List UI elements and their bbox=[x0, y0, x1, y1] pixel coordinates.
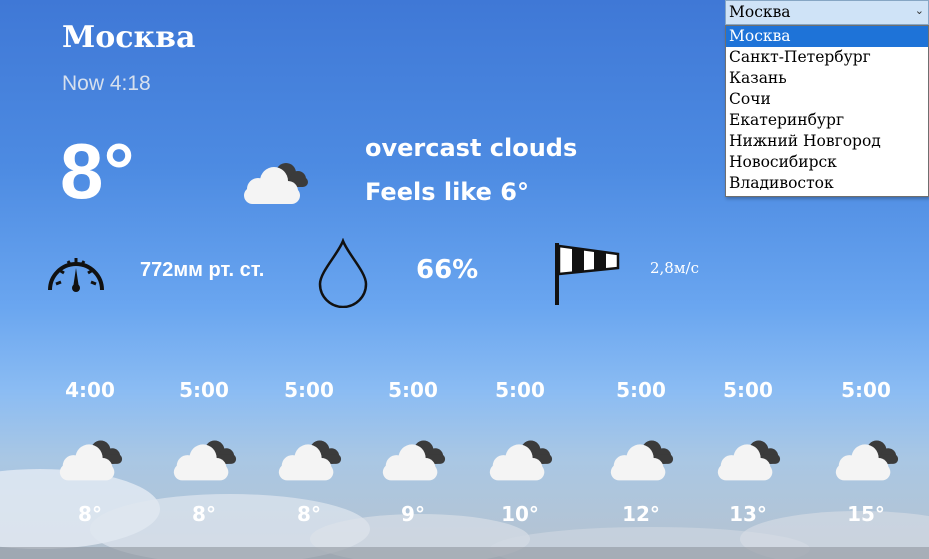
forecast-temp: 8° bbox=[192, 502, 216, 526]
forecast-item: 5:00 15° bbox=[816, 378, 916, 526]
cloud-icon bbox=[59, 440, 123, 481]
forecast-item: 5:00 12° bbox=[591, 378, 691, 526]
city-option[interactable]: Сочи bbox=[726, 89, 928, 110]
forecast-item: 5:00 8° bbox=[259, 378, 359, 526]
forecast-time: 5:00 bbox=[723, 378, 773, 402]
city-option[interactable]: Екатеринбург bbox=[726, 110, 928, 131]
forecast-time: 5:00 bbox=[841, 378, 891, 402]
pressure-gauge-icon bbox=[48, 258, 104, 292]
forecast-item: 4:00 8° bbox=[40, 378, 140, 526]
city-option[interactable]: Новосибирск bbox=[726, 152, 928, 173]
forecast-item: 5:00 8° bbox=[154, 378, 254, 526]
city-select-box[interactable]: Москва ⌄ bbox=[725, 0, 929, 25]
city-options-list: Москва Санкт-Петербург Казань Сочи Екате… bbox=[725, 25, 929, 197]
cloud-icon bbox=[382, 440, 446, 481]
cloud-icon bbox=[717, 440, 781, 481]
feels-like: Feels like 6° bbox=[365, 178, 529, 206]
forecast-time: 5:00 bbox=[616, 378, 666, 402]
cloud-icon bbox=[173, 440, 237, 481]
forecast-time: 4:00 bbox=[65, 378, 115, 402]
city-option[interactable]: Санкт-Петербург bbox=[726, 47, 928, 68]
cloud-icon bbox=[610, 440, 674, 481]
forecast-temp: 10° bbox=[501, 502, 539, 526]
windsock-icon bbox=[555, 243, 620, 305]
forecast-temp: 9° bbox=[401, 502, 425, 526]
city-option[interactable]: Владивосток bbox=[726, 173, 928, 194]
forecast-time: 5:00 bbox=[284, 378, 334, 402]
forecast-temp: 8° bbox=[78, 502, 102, 526]
forecast-temp: 15° bbox=[847, 502, 885, 526]
humidity-value: 66% bbox=[416, 255, 479, 285]
forecast-item: 5:00 9° bbox=[363, 378, 463, 526]
cloud-icon bbox=[489, 440, 553, 481]
forecast-time: 5:00 bbox=[388, 378, 438, 402]
city-select-value: Москва bbox=[729, 3, 791, 21]
pressure-value: 772мм рт. ст. bbox=[140, 259, 265, 281]
cloud-icon bbox=[278, 440, 342, 481]
chevron-down-icon: ⌄ bbox=[914, 4, 924, 17]
humidity-drop-icon bbox=[318, 238, 368, 308]
forecast-temp: 8° bbox=[297, 502, 321, 526]
city-select[interactable]: Москва ⌄ Москва Санкт-Петербург Казань С… bbox=[725, 0, 929, 197]
city-title: Москва bbox=[62, 20, 196, 55]
cloud-icon bbox=[835, 440, 899, 481]
city-option[interactable]: Нижний Новгород bbox=[726, 131, 928, 152]
weather-description: overcast clouds bbox=[365, 134, 578, 162]
forecast-time: 5:00 bbox=[179, 378, 229, 402]
forecast-time: 5:00 bbox=[495, 378, 545, 402]
wind-speed: 2,8м/с bbox=[650, 259, 699, 277]
current-temperature: 8° bbox=[60, 127, 135, 215]
city-option[interactable]: Москва bbox=[726, 26, 928, 47]
forecast-temp: 13° bbox=[729, 502, 767, 526]
current-time: Now 4:18 bbox=[62, 72, 151, 95]
forecast-item: 5:00 10° bbox=[470, 378, 570, 526]
forecast-item: 5:00 13° bbox=[698, 378, 798, 526]
forecast-temp: 12° bbox=[622, 502, 660, 526]
city-option[interactable]: Казань bbox=[726, 68, 928, 89]
cloud-icon bbox=[244, 163, 308, 204]
